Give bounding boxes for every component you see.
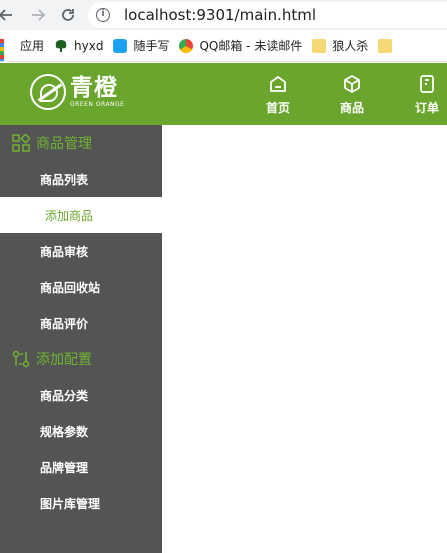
forward-arrow-icon[interactable] [26,3,50,27]
back-arrow-icon[interactable] [0,3,18,27]
sidebar-item-image-library[interactable]: 图片库管理 [0,485,162,521]
info-icon[interactable]: i [96,8,110,22]
bird-icon [113,38,128,53]
bookmark-hyxd[interactable]: hyxd [54,39,103,53]
sidebar-item-goods-list[interactable]: 商品列表 [0,161,162,197]
topnav-label: 首页 [266,101,291,115]
reload-icon[interactable] [56,3,80,27]
sidebar-item-goods-review[interactable]: 商品审核 [0,233,162,269]
sidebar-group-add-config[interactable]: 添加配置 [0,341,162,377]
tree-icon [54,39,68,53]
sidebar: 商品管理 商品列表 添加商品 商品审核 商品回收站 商品评价 添加配置 商品分类… [0,125,162,553]
bookmark-label: hyxd [74,38,104,53]
sidebar-item-goods-category[interactable]: 商品分类 [0,377,162,413]
logo[interactable]: 青橙 GREEN ORANGE [30,74,124,110]
app-header: 青橙 GREEN ORANGE 首页 商品 订单 [0,63,447,125]
logo-title: 青橙 [70,75,118,101]
bookmark-suishouxie[interactable]: 随手写 [113,37,169,54]
orange-logo-icon [30,74,66,110]
apps-grid-icon [0,38,14,61]
config-icon [12,350,30,368]
sidebar-group-goods-management[interactable]: 商品管理 [0,125,162,161]
bookmark-langrensha[interactable]: 狼人杀 [312,37,368,54]
home-icon [266,72,290,96]
folder-icon [378,38,393,53]
grid-icon [12,133,31,152]
cube-icon [340,72,364,96]
topnav-label: 订单 [415,101,440,115]
topnav-home[interactable]: 首页 [266,72,290,116]
sidebar-item-brand-management[interactable]: 品牌管理 [0,449,162,485]
order-icon [415,72,439,96]
topnav-goods[interactable]: 商品 [340,72,364,116]
logo-subtitle: GREEN ORANGE [70,101,125,108]
folder-icon [312,38,327,53]
sidebar-item-recycle-bin[interactable]: 商品回收站 [0,269,162,305]
sidebar-item-spec-params[interactable]: 规格参数 [0,413,162,449]
sidebar-group-label: 商品管理 [36,136,92,152]
bookmark-apps[interactable]: 应用 [0,37,45,61]
bookmark-folder[interactable] [378,38,398,53]
bookmark-label: 应用 [20,39,45,53]
browser-toolbar: i localhost:9301/main.html [0,0,447,30]
bookmarks-bar: 应用 hyxd 随手写 QQ邮箱 - 未读邮件 狼人杀 [0,30,447,62]
address-bar[interactable]: i localhost:9301/main.html [88,2,447,28]
bookmark-label: 随手写 [133,39,170,53]
url-text: localhost:9301/main.html [124,6,317,24]
bookmark-qqmail[interactable]: QQ邮箱 - 未读邮件 [179,37,302,54]
bookmark-label: QQ邮箱 - 未读邮件 [199,39,303,53]
main-content [162,125,447,553]
sidebar-item-add-goods[interactable]: 添加商品 [0,197,162,233]
topnav-order[interactable]: 订单 [415,72,439,116]
sidebar-item-goods-comments[interactable]: 商品评价 [0,305,162,341]
sidebar-group-label: 添加配置 [36,352,92,368]
topnav-label: 商品 [340,101,365,115]
qq-mail-icon [179,38,194,53]
bookmark-label: 狼人杀 [332,39,369,53]
